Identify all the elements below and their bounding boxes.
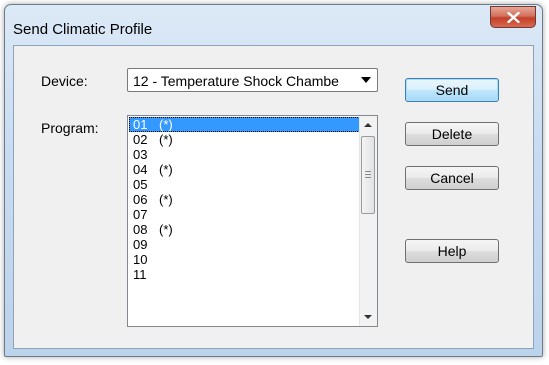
- grip-icon: [365, 171, 371, 178]
- program-list-item[interactable]: 08 (*): [129, 222, 360, 237]
- program-mark: (*): [159, 192, 173, 207]
- program-list-item[interactable]: 05: [129, 177, 360, 192]
- program-list-item[interactable]: 02 (*): [129, 132, 360, 147]
- close-button[interactable]: [490, 6, 536, 28]
- dialog-window: Send Climatic Profile Device: 12 - Tempe…: [4, 4, 543, 357]
- program-code: 11: [133, 267, 147, 282]
- device-select-value: 12 - Temperature Shock Chambe: [133, 73, 339, 89]
- title-bar[interactable]: Send Climatic Profile: [5, 5, 542, 38]
- program-label: Program:: [41, 120, 99, 136]
- program-list-item[interactable]: 04 (*): [129, 162, 360, 177]
- program-list-item[interactable]: 11: [129, 267, 360, 282]
- program-code: 01: [133, 117, 148, 132]
- dialog-client-area: Device: 12 - Temperature Shock Chambe Pr…: [13, 45, 534, 349]
- delete-button[interactable]: Delete: [405, 122, 499, 146]
- chevron-down-icon[interactable]: [361, 77, 371, 83]
- program-list-item[interactable]: 07: [129, 207, 360, 222]
- program-list-item[interactable]: 06 (*): [129, 192, 360, 207]
- program-list-item[interactable]: 01 (*): [129, 117, 360, 132]
- device-label: Device:: [41, 73, 88, 89]
- close-icon: [507, 12, 520, 23]
- program-code: 03: [133, 147, 148, 162]
- program-code: 04: [133, 162, 148, 177]
- program-mark: (*): [159, 222, 173, 237]
- program-list-item[interactable]: 03: [129, 147, 360, 162]
- program-mark: (*): [159, 162, 173, 177]
- program-list-items: 01 (*) 02 (*) 03 04 (*) 05 06 (*) 07 08 (*) 09 10 11: [129, 117, 360, 282]
- program-mark: (*): [159, 117, 173, 132]
- device-select[interactable]: 12 - Temperature Shock Chambe: [127, 68, 378, 92]
- program-list-scrollbar[interactable]: [359, 116, 377, 326]
- program-code: 05: [133, 177, 148, 192]
- program-code: 10: [133, 252, 148, 267]
- program-code: 02: [133, 132, 148, 147]
- program-code: 09: [133, 237, 148, 252]
- window-title: Send Climatic Profile: [13, 21, 153, 38]
- cancel-button[interactable]: Cancel: [405, 166, 499, 190]
- program-list-item[interactable]: 09: [129, 237, 360, 252]
- program-code: 06: [133, 192, 148, 207]
- program-mark: (*): [159, 132, 173, 147]
- help-button[interactable]: Help: [405, 239, 499, 263]
- program-code: 08: [133, 222, 148, 237]
- program-list[interactable]: 01 (*) 02 (*) 03 04 (*) 05 06 (*) 07 08 (*) 09 10 11: [127, 115, 378, 327]
- program-code: 07: [133, 207, 148, 222]
- send-button[interactable]: Send: [405, 78, 499, 102]
- program-list-item[interactable]: 10: [129, 252, 360, 267]
- scrollbar-thumb[interactable]: [361, 136, 375, 214]
- arrow-up-icon[interactable]: [364, 123, 372, 127]
- arrow-down-icon[interactable]: [364, 315, 372, 319]
